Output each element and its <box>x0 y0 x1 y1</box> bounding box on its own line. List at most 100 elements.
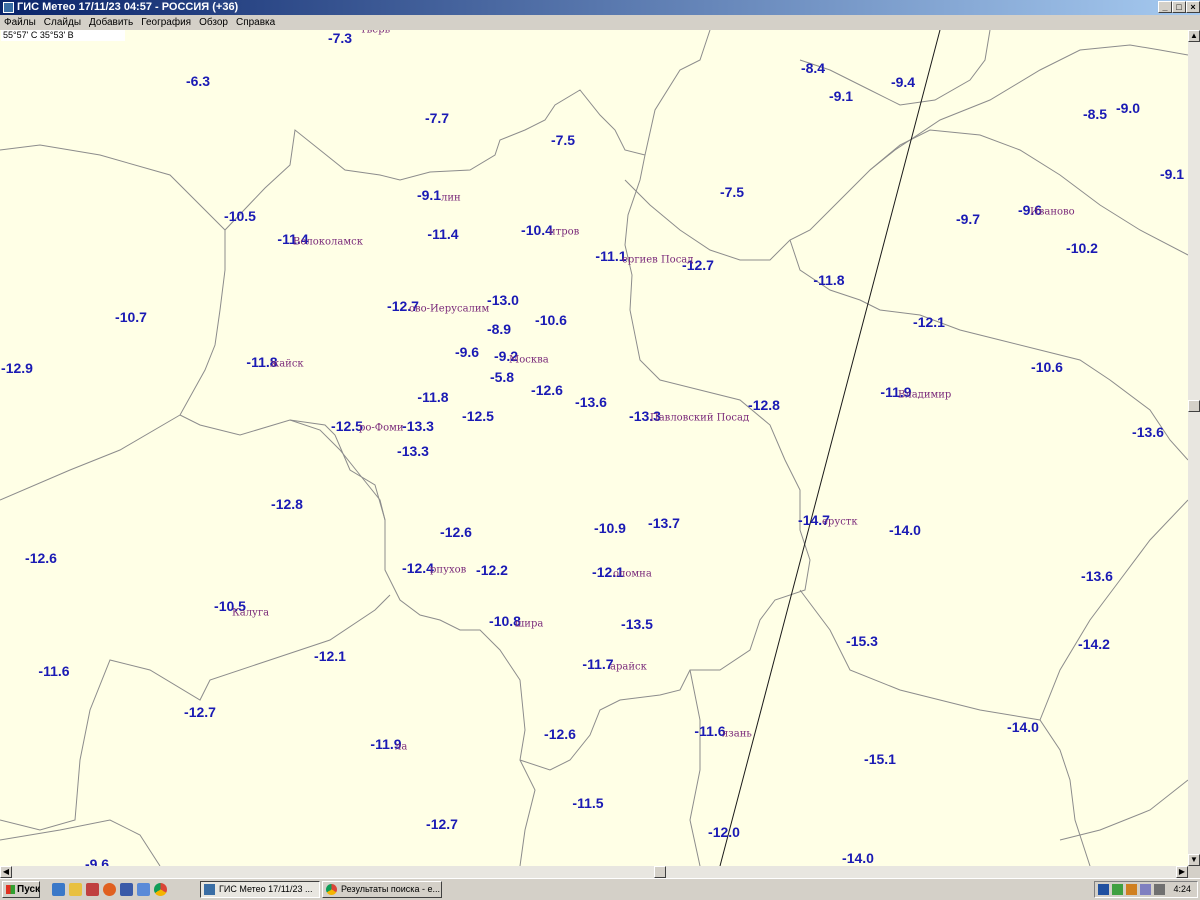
start-label: Пуск <box>17 884 41 895</box>
temperature-value: -5.8 <box>489 369 515 385</box>
task-label: ГИС Метео 17/11/23 ... <box>219 884 313 894</box>
menu-slides[interactable]: Слайды <box>40 15 85 30</box>
weather-map[interactable]: 55°57' С 35°53' В -7.3 -6.3 -7.7 -7.5 -8.4 -9… <box>0 30 1188 866</box>
volume-icon[interactable] <box>1154 884 1165 895</box>
temperature-value: -11.6 <box>38 663 70 679</box>
folder-icon[interactable] <box>69 883 82 896</box>
start-button[interactable]: Пуск <box>2 881 40 898</box>
temperature-value: -13.6 <box>1132 424 1164 440</box>
vertical-scrollbar[interactable]: ▲ ▼ <box>1188 30 1200 866</box>
temperature-value: -10.2 <box>1066 240 1098 256</box>
chrome-icon <box>326 884 337 895</box>
minimize-button[interactable]: _ <box>1158 1 1172 13</box>
city-label: ово-Иерусалим <box>409 303 490 315</box>
temperature-value: -15.1 <box>864 751 896 767</box>
horizontal-scroll-thumb[interactable] <box>654 866 666 878</box>
scroll-down-button[interactable]: ▼ <box>1188 854 1200 866</box>
temperature-value: -9.1 <box>416 187 442 203</box>
temperature-value: -12.2 <box>476 562 508 578</box>
gis-meteo-icon <box>204 884 215 895</box>
app-icon[interactable] <box>120 883 133 896</box>
region-border <box>799 589 1091 866</box>
language-icon[interactable] <box>1098 884 1109 895</box>
close-button[interactable]: × <box>1186 1 1200 13</box>
temperature-value: -10.7 <box>115 309 147 325</box>
temperature-value: -9.1 <box>1159 166 1185 182</box>
temperature-value: -13.3 <box>397 443 429 459</box>
temperature-value: -11.5 <box>572 795 604 811</box>
scroll-left-button[interactable]: ◀ <box>0 866 12 878</box>
task-label: Результаты поиска - е... <box>341 884 440 894</box>
region-border <box>789 239 1188 461</box>
scrollbar-corner <box>1188 866 1200 878</box>
media-icon[interactable] <box>86 883 99 896</box>
app-icon <box>3 2 14 13</box>
temperature-value: -11.7 <box>582 656 614 672</box>
menu-geography[interactable]: География <box>137 15 195 30</box>
temperature-value: -8.4 <box>800 60 826 76</box>
temperature-value: -14.0 <box>889 522 921 538</box>
region-border <box>1059 779 1188 841</box>
scroll-up-button[interactable]: ▲ <box>1188 30 1200 42</box>
temperature-value: -12.0 <box>708 824 740 840</box>
temperature-value: -6.3 <box>185 73 211 89</box>
temperature-value: -9.4 <box>890 74 916 90</box>
menu-view[interactable]: Обзор <box>195 15 232 30</box>
chrome-icon[interactable] <box>154 883 167 896</box>
menu-add[interactable]: Добавить <box>85 15 137 30</box>
firefox-icon[interactable] <box>103 883 116 896</box>
city-label: оломна <box>613 568 652 580</box>
city-label: лин <box>441 192 461 204</box>
task-search-results[interactable]: Результаты поиска - е... <box>322 881 442 898</box>
temperature-value: -9.1 <box>828 88 854 104</box>
horizontal-scrollbar[interactable]: ◀ ▶ <box>0 866 1188 878</box>
temperature-value: -11.8 <box>813 272 845 288</box>
city-label: Москва <box>509 354 549 366</box>
temperature-value: -7.5 <box>550 132 576 148</box>
temperature-value: -13.6 <box>575 394 607 410</box>
city-label: Иваново <box>1030 206 1075 218</box>
temperature-value: -13.3 <box>402 418 434 434</box>
network-icon[interactable] <box>137 883 150 896</box>
city-label: Волоколамск <box>293 236 363 248</box>
region-border <box>0 819 161 866</box>
temperature-value: -14.0 <box>842 850 874 866</box>
temperature-value: -12.1 <box>913 314 945 330</box>
title-bar[interactable]: ГИС Метео 17/11/23 04:57 - РОССИЯ (+36) … <box>0 0 1200 15</box>
show-desktop-icon[interactable] <box>52 883 65 896</box>
city-label: язань <box>722 728 752 740</box>
menu-files[interactable]: Файлы <box>0 15 40 30</box>
temperature-value: -10.6 <box>535 312 567 328</box>
temperature-value: -15.3 <box>846 633 878 649</box>
temperature-value: -12.6 <box>531 382 563 398</box>
scroll-right-button[interactable]: ▶ <box>1176 866 1188 878</box>
map-boundaries <box>0 30 1188 866</box>
temperature-value: -7.5 <box>719 184 745 200</box>
temperature-value: -9.0 <box>1115 100 1141 116</box>
city-label: ергиев Посад <box>622 254 694 266</box>
temperature-value: -12.7 <box>184 704 216 720</box>
temperature-value: -12.6 <box>440 524 472 540</box>
task-gis-meteo[interactable]: ГИС Метео 17/11/23 ... <box>200 881 320 898</box>
vertical-scroll-thumb[interactable] <box>1188 400 1200 412</box>
temperature-value: -12.6 <box>25 550 57 566</box>
city-label: ла <box>395 741 408 753</box>
region-border <box>0 144 226 231</box>
maximize-button[interactable]: □ <box>1172 1 1186 13</box>
tray-app-icon[interactable] <box>1112 884 1123 895</box>
temperature-value: -9.6 <box>454 344 480 360</box>
windows-logo-icon <box>6 885 15 894</box>
coordinates-readout: 55°57' С 35°53' В <box>1 30 125 41</box>
city-label: Владимир <box>898 389 952 401</box>
clock: 4:24 <box>1173 884 1191 894</box>
temperature-value: -7.7 <box>424 110 450 126</box>
cross-section-line <box>719 30 941 866</box>
tray-app-icon[interactable] <box>1126 884 1137 895</box>
temperature-value: -10.9 <box>594 520 626 536</box>
network-tray-icon[interactable] <box>1140 884 1151 895</box>
menu-help[interactable]: Справка <box>232 15 279 30</box>
city-label: Калуга <box>232 607 270 619</box>
temperature-value: -8.9 <box>486 321 512 337</box>
temperature-value: -13.7 <box>648 515 680 531</box>
temperature-value: -13.5 <box>621 616 653 632</box>
